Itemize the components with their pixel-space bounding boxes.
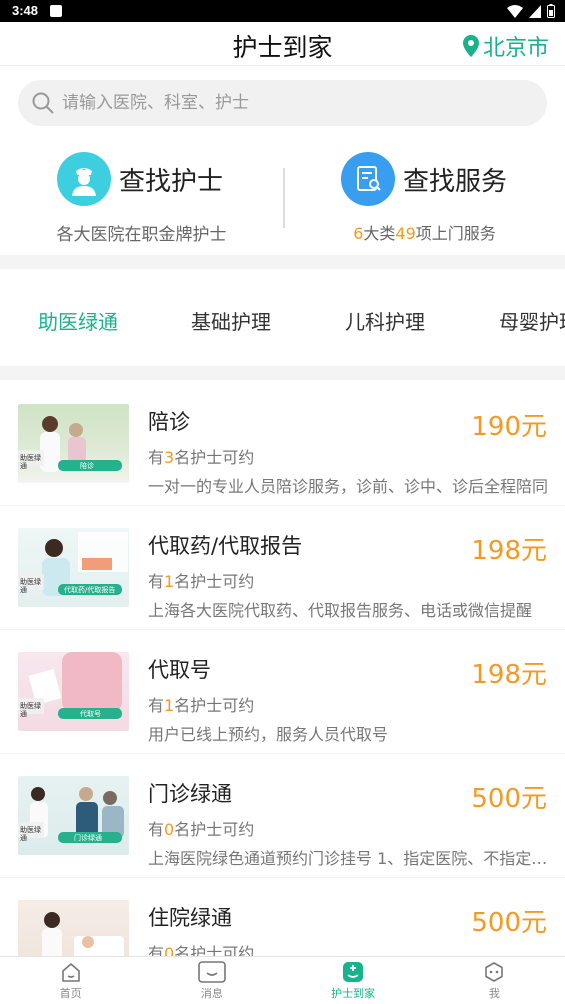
nurse-home-icon xyxy=(343,962,364,982)
search-bar[interactable] xyxy=(18,80,547,126)
find-nurse-subtitle: 各大医院在职金牌护士 xyxy=(56,225,227,245)
notification-icon xyxy=(50,5,62,17)
thumbnail-tag: 代取号 xyxy=(80,710,101,718)
city-label: 北京市 xyxy=(482,36,549,61)
signal-icon xyxy=(529,4,541,18)
nurse-icon xyxy=(57,152,111,206)
bottom-tab-bar: 首页 消息 护士到家 我 xyxy=(0,956,565,1004)
wifi-icon xyxy=(507,4,523,18)
category-tabs: 助医绿通 基础护理 儿科护理 母婴护理 xyxy=(0,272,565,366)
tab-maternal-care[interactable]: 母婴护理 xyxy=(499,306,565,335)
availability-suffix: 名护士可约 xyxy=(174,572,255,591)
service-description: 上海各大医院代取药、代取报告服务、电话或微信提醒 xyxy=(148,601,533,620)
availability-suffix: 名护士可约 xyxy=(174,696,255,715)
availability-prefix: 有 xyxy=(148,696,165,715)
service-description: 一对一的专业人员陪诊服务，诊前、诊中、诊后全程陪同 xyxy=(148,477,548,496)
thumbnail-badge: 助医绿通 xyxy=(20,454,41,470)
tab-pediatric-care[interactable]: 儿科护理 xyxy=(345,306,425,335)
profile-icon xyxy=(485,962,504,982)
service-thumbnail: 代取药/代取报告 助医绿通 xyxy=(18,528,129,607)
availability-prefix: 有 xyxy=(148,944,165,956)
service-title: 住院绿通 xyxy=(148,906,232,930)
tabbar-messages-label: 消息 xyxy=(200,987,223,1000)
list-item[interactable]: 代取号 助医绿通 代取号 198元 有1名护士可约 用户已线上预约，服务人员代取… xyxy=(0,630,565,754)
service-count: 49 xyxy=(395,224,416,243)
service-price: 190元 xyxy=(471,412,547,442)
nurse-availability: 有3名护士可约 xyxy=(148,444,254,468)
find-service-subtitle: 6大类49项上门服务 xyxy=(284,220,565,244)
service-title: 代取药/代取报告 xyxy=(148,534,303,558)
section-gap xyxy=(0,255,565,269)
service-label: 项上门服务 xyxy=(415,224,496,243)
list-item[interactable]: 陪诊 助医绿通 陪诊 190元 有3名护士可约 一对一的专业人员陪诊服务，诊前、… xyxy=(0,382,565,506)
thumbnail-badge: 助医绿通 xyxy=(20,826,41,842)
service-list: 陪诊 助医绿通 陪诊 190元 有3名护士可约 一对一的专业人员陪诊服务，诊前、… xyxy=(0,382,565,956)
thumbnail-tag: 陪诊 xyxy=(80,462,94,470)
service-price: 500元 xyxy=(471,908,547,938)
section-gap xyxy=(0,366,565,380)
list-item[interactable]: 住院绿通 500元 有0名护士可约 xyxy=(0,878,565,956)
thumbnail-badge: 助医绿通 xyxy=(20,702,41,718)
tab-assist-green[interactable]: 助医绿通 xyxy=(38,306,118,335)
service-thumbnail: 代取号 助医绿通 xyxy=(18,652,129,731)
availability-count: 1 xyxy=(164,696,175,715)
tabbar-profile-label: 我 xyxy=(488,987,500,1000)
nurse-availability: 有0名护士可约 xyxy=(148,940,254,956)
thumbnail-badge: 助医绿通 xyxy=(20,578,41,594)
availability-count: 0 xyxy=(164,944,175,956)
status-icons xyxy=(507,4,555,18)
service-thumbnail xyxy=(18,900,129,956)
service-title: 陪诊 xyxy=(148,410,190,434)
status-time: 3:48 xyxy=(12,3,39,18)
list-item[interactable]: 门诊绿通 助医绿通 门诊绿通 500元 有0名护士可约 上海医院绿色通道预约门诊… xyxy=(0,754,565,878)
search-input[interactable] xyxy=(62,93,502,113)
availability-suffix: 名护士可约 xyxy=(174,944,255,956)
category-label: 大类 xyxy=(363,224,396,243)
tabbar-home[interactable]: 首页 xyxy=(0,957,141,1004)
battery-icon xyxy=(547,4,555,18)
location-pin-icon xyxy=(462,35,479,57)
message-icon xyxy=(198,961,226,983)
service-price: 198元 xyxy=(471,660,547,690)
home-icon xyxy=(61,963,80,982)
app-header: 护士到家 北京市 xyxy=(0,22,565,66)
tabbar-profile[interactable]: 我 xyxy=(424,957,565,1004)
availability-prefix: 有 xyxy=(148,572,165,591)
availability-suffix: 名护士可约 xyxy=(174,448,255,467)
availability-count: 3 xyxy=(164,448,175,467)
service-title: 代取号 xyxy=(148,658,211,682)
find-service-title: 查找服务 xyxy=(403,166,508,197)
find-service-entry[interactable]: 查找服务 6大类49项上门服务 xyxy=(284,148,565,248)
nurse-availability: 有0名护士可约 xyxy=(148,816,254,840)
service-description: 用户已线上预约，服务人员代取号 xyxy=(148,725,389,744)
thumbnail-tag: 代取药/代取报告 xyxy=(64,586,116,594)
service-thumbnail: 门诊绿通 助医绿通 xyxy=(18,776,129,855)
availability-count: 1 xyxy=(164,572,175,591)
service-list-icon xyxy=(341,152,395,206)
find-nurse-entry[interactable]: 查找护士 各大医院在职金牌护士 xyxy=(0,148,283,248)
service-thumbnail: 陪诊 助医绿通 xyxy=(18,404,129,483)
service-price: 198元 xyxy=(471,536,547,566)
tabbar-messages[interactable]: 消息 xyxy=(141,957,282,1004)
status-bar: 3:48 xyxy=(0,0,565,22)
category-count: 6 xyxy=(353,224,364,243)
availability-prefix: 有 xyxy=(148,448,165,467)
nurse-availability: 有1名护士可约 xyxy=(148,692,254,716)
city-selector[interactable]: 北京市 xyxy=(462,30,549,62)
service-description: 上海医院绿色通道预约门诊挂号 1、指定医院、不指定医生 xyxy=(148,849,548,868)
nurse-availability: 有1名护士可约 xyxy=(148,568,254,592)
tabbar-home-label: 首页 xyxy=(59,987,82,1000)
tabbar-nurse-home[interactable]: 护士到家 xyxy=(283,957,424,1004)
availability-prefix: 有 xyxy=(148,820,165,839)
find-nurse-title: 查找护士 xyxy=(119,166,224,197)
list-item[interactable]: 代取药/代取报告 助医绿通 代取药/代取报告 198元 有1名护士可约 上海各大… xyxy=(0,506,565,630)
service-title: 门诊绿通 xyxy=(148,782,232,806)
search-icon xyxy=(32,92,54,114)
availability-suffix: 名护士可约 xyxy=(174,820,255,839)
service-price: 500元 xyxy=(471,784,547,814)
tabbar-nurse-home-label: 护士到家 xyxy=(331,987,376,1000)
availability-count: 0 xyxy=(164,820,175,839)
thumbnail-tag: 门诊绿通 xyxy=(74,834,102,842)
tab-basic-care[interactable]: 基础护理 xyxy=(191,306,271,335)
